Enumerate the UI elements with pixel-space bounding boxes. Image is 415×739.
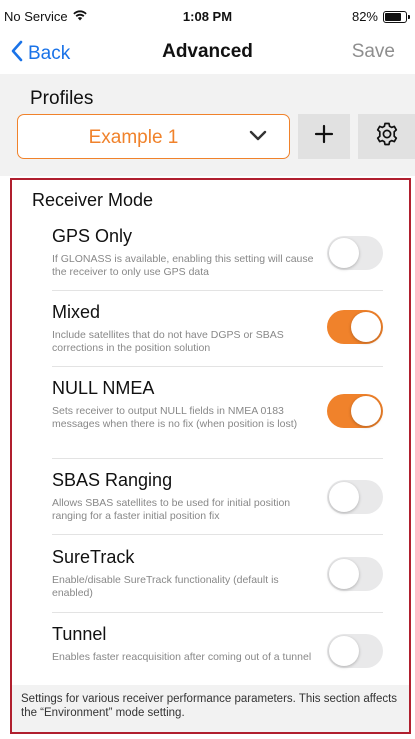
row-divider — [52, 366, 383, 367]
setting-description: Allows SBAS satellites to be used for in… — [52, 497, 291, 522]
gear-icon — [374, 121, 400, 152]
add-profile-button[interactable] — [298, 114, 350, 159]
setting-row-sbas-ranging: SBAS Ranging Allows SBAS satellites to b… — [52, 470, 383, 523]
toggle-knob — [329, 482, 359, 512]
setting-row-tunnel: Tunnel Enables faster reacquisition afte… — [52, 624, 383, 668]
save-button[interactable]: Save — [352, 41, 395, 63]
battery-icon — [383, 10, 410, 23]
gps-only-toggle[interactable] — [327, 236, 383, 270]
toggle-knob — [329, 559, 359, 589]
profile-selected-value: Example 1 — [88, 127, 179, 148]
section-title: Receiver Mode — [32, 190, 154, 210]
navigation-bar: Back Advanced Save — [0, 32, 415, 72]
receiver-mode-panel: Receiver Mode GPS Only If GLONASS is ava… — [10, 178, 411, 734]
tunnel-toggle[interactable] — [327, 634, 383, 668]
profile-settings-button[interactable] — [358, 114, 415, 159]
setting-description: Sets receiver to output NULL fields in N… — [52, 405, 298, 430]
mixed-toggle[interactable] — [327, 310, 383, 344]
profiles-label: Profiles — [30, 88, 94, 109]
status-bar: No Service 1:08 PM 82% — [0, 0, 415, 30]
profile-dropdown[interactable]: Example 1 — [17, 114, 290, 159]
plus-icon — [314, 124, 334, 149]
row-divider — [52, 290, 383, 291]
section-footer-note: Settings for various receiver performanc… — [12, 685, 409, 732]
toggle-knob — [329, 636, 359, 666]
toggle-knob — [329, 238, 359, 268]
toggle-knob — [351, 312, 381, 342]
setting-description: If GLONASS is available, enabling this s… — [52, 253, 314, 278]
row-divider — [52, 612, 383, 613]
profiles-section: Profiles Example 1 — [0, 74, 415, 168]
null-nmea-toggle[interactable] — [327, 394, 383, 428]
row-divider — [52, 534, 383, 535]
suretrack-toggle[interactable] — [327, 557, 383, 591]
chevron-down-icon — [249, 129, 267, 147]
status-right: 82% — [351, 9, 410, 24]
setting-description: Enables faster reacquisition after comin… — [52, 651, 312, 663]
sbas-ranging-toggle[interactable] — [327, 480, 383, 514]
setting-row-gps-only: GPS Only If GLONASS is available, enabli… — [52, 226, 383, 279]
setting-title: NULL NMEA — [52, 378, 155, 398]
setting-row-null-nmea: NULL NMEA Sets receiver to output NULL f… — [52, 378, 383, 431]
battery-fill — [385, 12, 402, 21]
battery-percent: 82% — [351, 9, 378, 24]
section-divider — [0, 168, 415, 176]
setting-description: Enable/disable SureTrack functionality (… — [52, 574, 279, 599]
setting-row-mixed: Mixed Include satellites that do not hav… — [52, 302, 383, 355]
setting-description: Include satellites that do not have DGPS… — [52, 329, 284, 354]
setting-row-suretrack: SureTrack Enable/disable SureTrack funct… — [52, 547, 383, 600]
row-divider — [52, 458, 383, 459]
toggle-knob — [351, 396, 381, 426]
